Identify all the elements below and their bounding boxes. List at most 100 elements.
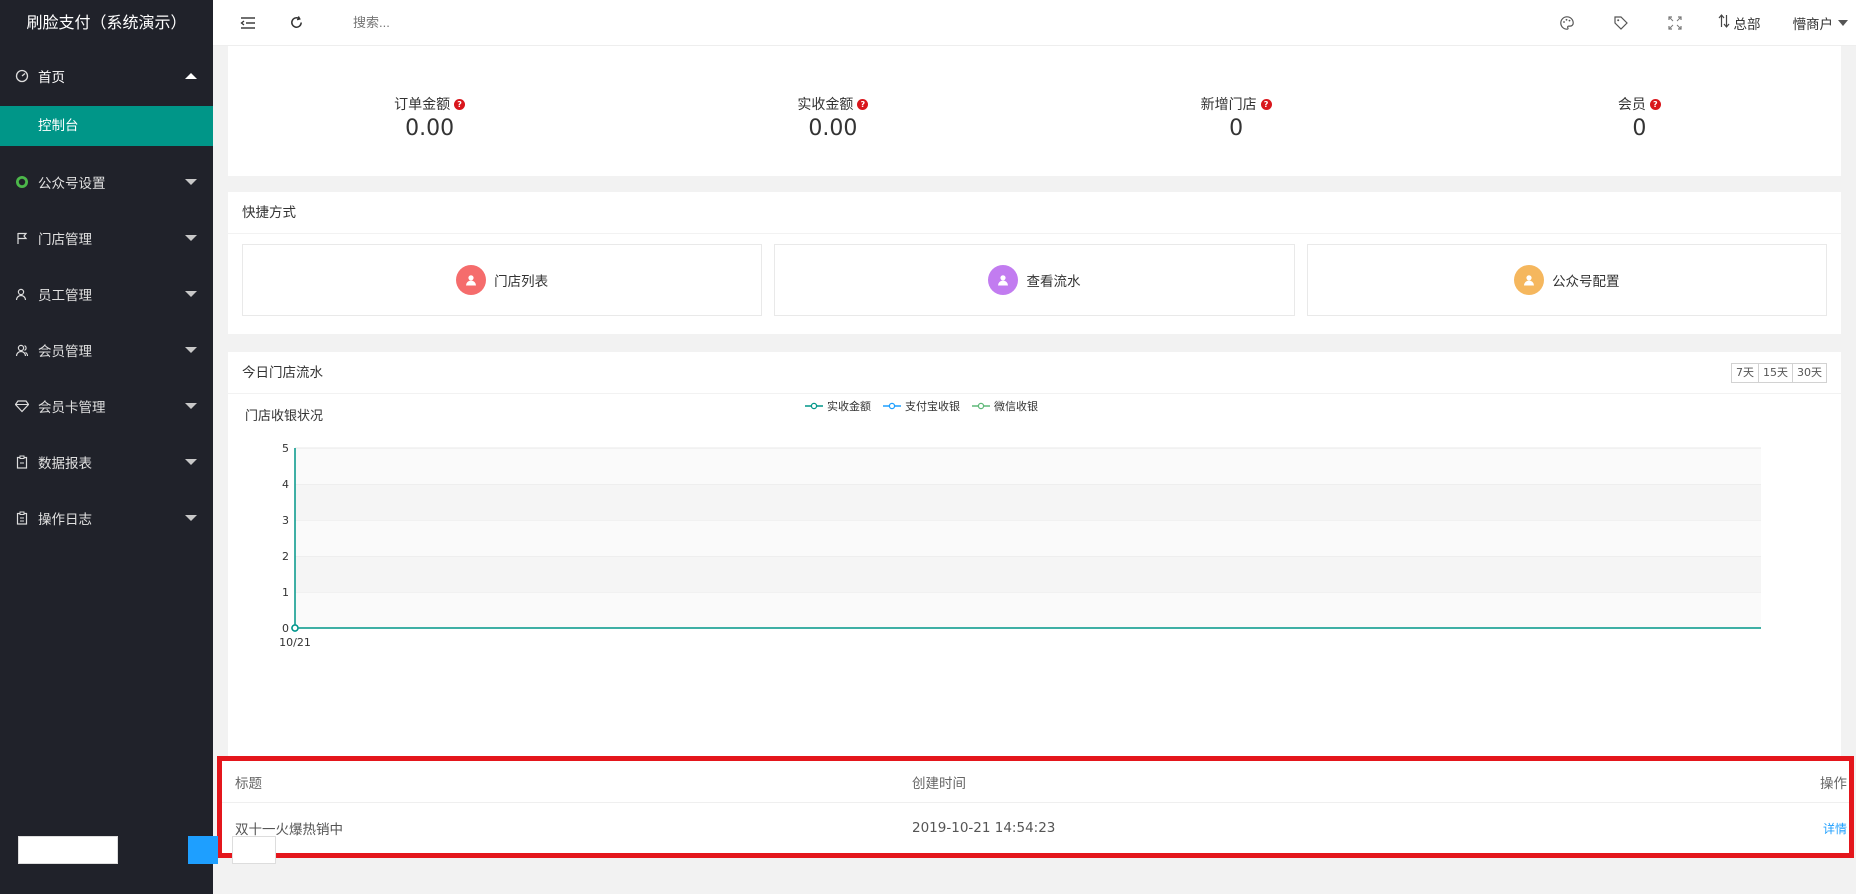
flag-icon: [12, 231, 32, 245]
x-tick-label: 10/21: [279, 636, 311, 649]
legend-label: 微信收银: [994, 399, 1038, 413]
clipboard-icon: [12, 455, 32, 469]
log-icon: [12, 511, 32, 525]
y-tick-label: 4: [282, 478, 289, 491]
wechat-icon: [12, 175, 32, 189]
legend-label: 支付宝收银: [905, 399, 960, 413]
stat-value: 0.00: [808, 116, 858, 141]
y-tick-label: 3: [282, 514, 289, 527]
palette-icon[interactable]: [1556, 12, 1578, 34]
stat-value: 0: [1632, 116, 1647, 141]
merchant-label: 懵商户: [1792, 16, 1834, 33]
table-header: 标题 创建时间 操作: [222, 761, 1849, 803]
legend-label: 实收金额: [827, 399, 871, 413]
branch-switch[interactable]: 总部: [1718, 13, 1761, 33]
grid-band: [295, 556, 1761, 592]
y-tick-label: 5: [282, 442, 289, 455]
refresh-icon[interactable]: [285, 12, 307, 34]
legend-marker: [977, 402, 985, 410]
pagination: [8, 836, 282, 864]
sidebar-item-label: 会员管理: [38, 344, 92, 360]
sidebar-item-label: 员工管理: [38, 288, 92, 304]
sidebar-item-label: 公众号设置: [38, 176, 106, 192]
shortcut-label: 公众号配置: [1552, 274, 1620, 290]
page-size-select[interactable]: [18, 836, 118, 864]
grid-band: [295, 448, 1761, 484]
search-input[interactable]: [353, 15, 613, 30]
stat-label-wrap: 实收金额?: [797, 94, 869, 114]
shortcut-item-2[interactable]: 公众号配置: [1306, 244, 1827, 316]
top-header: 总部 懵商户: [213, 0, 1856, 46]
sidebar-item-4[interactable]: 会员卡管理: [0, 378, 213, 434]
sidebar-item-label: 操作日志: [38, 512, 92, 528]
col-created-time: 创建时间: [912, 775, 966, 792]
y-tick-label: 0: [282, 622, 289, 635]
range-button-2[interactable]: 30天: [1792, 363, 1827, 383]
table-row: 双十一火爆热销中 2019-10-21 14:54:23 详情: [222, 803, 1849, 853]
sidebar-item-2[interactable]: 员工管理: [0, 266, 213, 322]
range-button-0[interactable]: 7天: [1731, 363, 1759, 383]
diamond-icon: [12, 399, 32, 413]
stat-label-wrap: 新增门店?: [1201, 94, 1272, 114]
stat-label-wrap: 订单金额?: [394, 94, 466, 114]
user-icon: [1514, 265, 1545, 295]
members-icon: [12, 343, 32, 357]
shortcut-label: 查看流水: [1026, 274, 1081, 290]
sidebar-item-6[interactable]: 操作日志: [0, 490, 213, 546]
sidebar-item-3[interactable]: 会员管理: [0, 322, 213, 378]
sidebar-item-label: 会员卡管理: [38, 400, 106, 416]
flow-title-bar: 今日门店流水 7天 15天 30天: [228, 352, 1841, 394]
col-title: 标题: [235, 775, 262, 792]
data-point: [291, 624, 299, 632]
page-button-current[interactable]: [188, 836, 218, 864]
y-tick-label: 2: [282, 550, 289, 563]
shortcut-card: 快捷方式 门店列表 查看流水 公众号配置: [228, 192, 1841, 334]
range-button-1[interactable]: 15天: [1758, 363, 1793, 383]
help-icon[interactable]: ?: [454, 98, 466, 110]
user-icon: [12, 287, 32, 301]
stat-item: 订单金额? 0.00: [228, 46, 631, 176]
shortcut-title: 快捷方式: [228, 192, 1841, 234]
help-icon[interactable]: ?: [1649, 98, 1661, 110]
stat-item: 实收金额? 0.00: [631, 46, 1034, 176]
sidebar-item-0[interactable]: 公众号设置: [0, 154, 213, 210]
shortcut-item-0[interactable]: 门店列表: [242, 244, 763, 316]
store-flow-card: 今日门店流水 7天 15天 30天 门店收银状况 0 1 2 3 4 5 10/21 实收金额 支付宝…: [228, 352, 1841, 792]
user-icon: [456, 265, 487, 295]
grid-band: [295, 520, 1761, 556]
sidebar-subitem-console[interactable]: 控制台: [0, 106, 213, 146]
page-jump-input[interactable]: [232, 836, 276, 864]
chevron-down-icon: [185, 347, 197, 353]
stat-value: 0: [1229, 116, 1244, 141]
sidebar-item-label: 门店管理: [38, 232, 92, 248]
detail-link[interactable]: 详情: [1823, 822, 1847, 836]
stat-item: 会员? 0: [1438, 46, 1841, 176]
stat-label: 会员: [1617, 97, 1646, 113]
sidebar-item-label: 首页: [38, 70, 65, 86]
shortcut-item-1[interactable]: 查看流水: [774, 244, 1295, 316]
shortcut-label: 门店列表: [494, 274, 549, 290]
fullscreen-icon[interactable]: [1664, 12, 1686, 34]
legend-marker: [888, 402, 896, 410]
flow-chart: 门店收银状况 0 1 2 3 4 5 10/21 实收金额 支付宝收银 微信收银: [245, 399, 1761, 649]
help-icon[interactable]: ?: [1260, 98, 1272, 110]
sidebar-item-1[interactable]: 门店管理: [0, 210, 213, 266]
dashboard-icon: [12, 69, 32, 83]
chart-title: 门店收银状况: [245, 409, 323, 424]
menu-fold-icon[interactable]: [237, 12, 259, 34]
chevron-down-icon: [185, 291, 197, 297]
merchant-menu[interactable]: 懵商户: [1792, 13, 1848, 33]
grid-band: [295, 592, 1761, 628]
user-icon: [988, 265, 1019, 295]
sidebar-item-5[interactable]: 数据报表: [0, 434, 213, 490]
chevron-down-icon: [185, 179, 197, 185]
stat-label: 新增门店: [1200, 97, 1257, 113]
help-icon[interactable]: ?: [857, 98, 869, 110]
chevron-down-icon: [185, 403, 197, 409]
stat-item: 新增门店? 0: [1035, 46, 1438, 176]
branch-label: 总部: [1733, 16, 1761, 33]
sidebar-item-home[interactable]: 首页: [0, 46, 213, 106]
stat-value: 0.00: [405, 116, 455, 141]
tag-icon[interactable]: [1610, 12, 1632, 34]
legend-marker: [810, 402, 818, 410]
